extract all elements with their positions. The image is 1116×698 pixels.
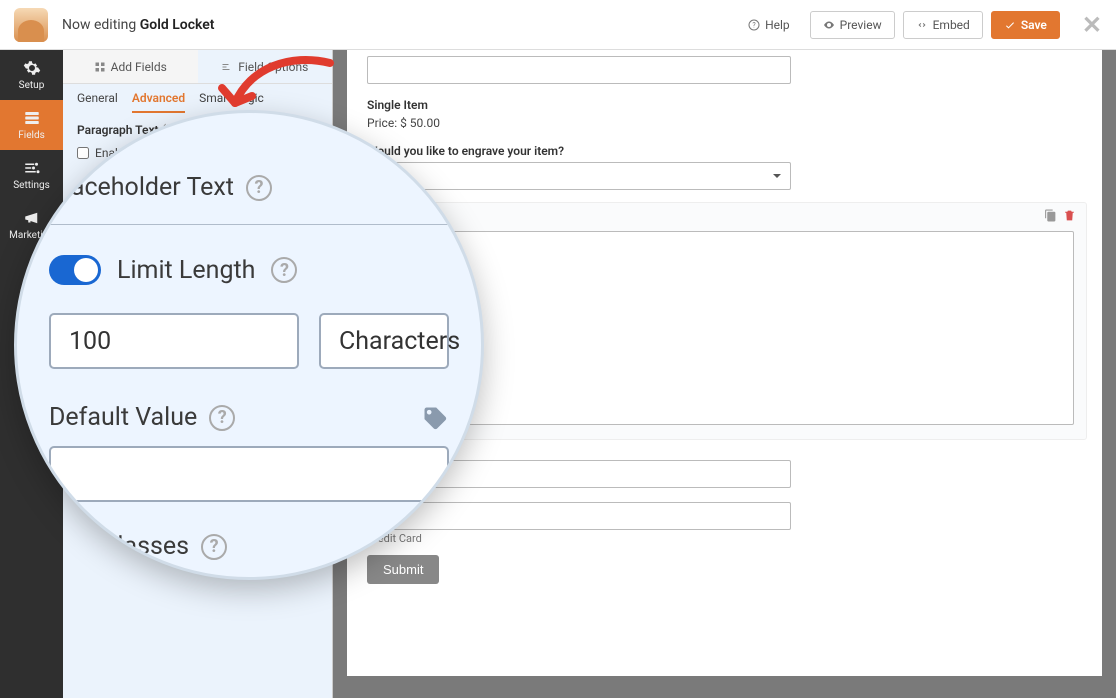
editing-label: Now editing Gold Locket bbox=[62, 17, 215, 33]
nav-setup[interactable]: Setup bbox=[0, 50, 63, 100]
help-icon[interactable]: ? bbox=[271, 257, 297, 283]
single-item-label: Single Item bbox=[367, 98, 791, 112]
help-button[interactable]: ? Help bbox=[736, 12, 802, 38]
svg-text:?: ? bbox=[752, 21, 756, 29]
editing-prefix: Now editing bbox=[62, 17, 140, 33]
tab-add-fields-label: Add Fields bbox=[111, 60, 167, 74]
price-label: Price: $ 50.00 bbox=[367, 116, 791, 130]
preview-label: Preview bbox=[840, 18, 882, 32]
text-input[interactable] bbox=[367, 56, 791, 84]
preview-button[interactable]: Preview bbox=[810, 11, 895, 39]
gear-icon bbox=[23, 59, 41, 77]
engrave-question: Would you like to engrave your item? bbox=[367, 144, 791, 158]
embed-label: Embed bbox=[933, 18, 970, 32]
extra-input-2[interactable] bbox=[367, 502, 791, 530]
nav-fields-label: Fields bbox=[18, 130, 45, 141]
credit-card-label: Credit Card bbox=[367, 532, 791, 545]
mag-default-label: Default Value bbox=[49, 403, 197, 432]
code-icon bbox=[916, 19, 928, 31]
help-icon[interactable]: ? bbox=[209, 405, 235, 431]
mag-placeholder-row: Placeholder Text ? bbox=[49, 173, 449, 202]
help-label: Help bbox=[765, 18, 790, 32]
mag-limit-inputs: 100 Characters bbox=[49, 313, 449, 369]
help-icon[interactable]: ? bbox=[246, 175, 272, 201]
topbar-actions: ? Help Preview Embed Save ✕ bbox=[736, 11, 1102, 39]
save-button[interactable]: Save bbox=[991, 11, 1060, 39]
engrave-textarea[interactable] bbox=[380, 231, 1074, 425]
enable-checkbox[interactable] bbox=[77, 147, 89, 159]
field-actions bbox=[1044, 209, 1076, 222]
magnifier-overlay: Placeholder Text ? Limit Length ? 100 Ch… bbox=[14, 110, 484, 580]
tab-field-options-label: Field Options bbox=[238, 60, 308, 74]
mag-default-row: Default Value ? bbox=[49, 403, 449, 432]
limit-value-input[interactable]: 100 bbox=[49, 313, 299, 369]
nav-settings[interactable]: Settings bbox=[0, 150, 63, 200]
sliders-small-icon bbox=[221, 61, 233, 73]
tag-icon[interactable] bbox=[421, 404, 449, 432]
close-button[interactable]: ✕ bbox=[1082, 11, 1102, 39]
help-icon: ? bbox=[748, 19, 760, 31]
submit-button[interactable]: Submit bbox=[367, 555, 439, 584]
nav-settings-label: Settings bbox=[13, 180, 50, 191]
nav-fields[interactable]: Fields bbox=[0, 100, 63, 150]
trash-icon[interactable] bbox=[1063, 209, 1076, 222]
duplicate-icon[interactable] bbox=[1044, 209, 1057, 222]
nav-setup-label: Setup bbox=[19, 80, 45, 91]
mag-placeholder-input[interactable] bbox=[49, 224, 449, 225]
editing-title: Gold Locket bbox=[140, 17, 215, 33]
default-value-input[interactable] bbox=[49, 446, 449, 502]
save-label: Save bbox=[1021, 18, 1047, 32]
grid-icon bbox=[94, 61, 106, 73]
subtab-general[interactable]: General bbox=[77, 91, 118, 113]
embed-button[interactable]: Embed bbox=[903, 11, 983, 39]
wpforms-logo bbox=[14, 8, 48, 42]
sliders-icon bbox=[23, 159, 41, 177]
limit-unit-select[interactable]: Characters bbox=[319, 313, 449, 369]
top-bar: Now editing Gold Locket ? Help Preview E… bbox=[0, 0, 1116, 50]
limit-length-toggle[interactable] bbox=[49, 255, 101, 285]
tab-field-options[interactable]: Field Options bbox=[198, 50, 333, 83]
check-icon bbox=[1004, 19, 1016, 31]
subtab-advanced[interactable]: Advanced bbox=[132, 91, 185, 113]
panel-tabs: Add Fields Field Options bbox=[63, 50, 332, 84]
fields-icon bbox=[23, 109, 41, 127]
mag-limit-label: Limit Length bbox=[117, 256, 255, 285]
help-icon[interactable]: ? bbox=[201, 534, 227, 560]
mag-limit-row: Limit Length ? bbox=[49, 255, 449, 285]
engrave-name-label: Name bbox=[380, 213, 1074, 227]
megaphone-icon bbox=[23, 209, 41, 227]
tab-add-fields[interactable]: Add Fields bbox=[63, 50, 198, 83]
engrave-select[interactable] bbox=[367, 162, 791, 190]
panel-subtabs: General Advanced Smart Logic bbox=[63, 84, 332, 113]
eye-icon bbox=[823, 19, 835, 31]
